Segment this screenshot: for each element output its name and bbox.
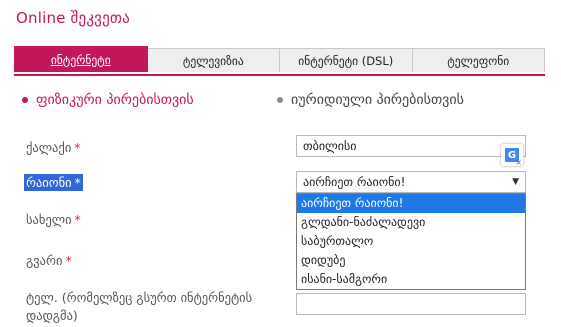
radio-legal-entities-label: იურიდიული პირებისთვის	[291, 92, 464, 108]
city-select-value: თბილისი	[303, 139, 357, 153]
radio-individuals-label: ფიზიკური პირებისთვის	[36, 92, 194, 108]
required-mark: *	[74, 140, 81, 155]
tab-internet-dsl[interactable]: ინტერნეტი (DSL)	[280, 48, 413, 72]
last-name-label: გვარი *	[26, 253, 72, 268]
chevron-down-icon: ▼	[512, 177, 519, 187]
city-select[interactable]: თბილისი	[296, 135, 526, 157]
district-option[interactable]: გლდანი-ნაძალადევი	[297, 213, 525, 232]
district-option[interactable]: დიდუბე	[297, 251, 525, 270]
radio-legal-entities[interactable]: იურიდიული პირებისთვის	[277, 92, 464, 108]
radio-dot-icon	[277, 97, 283, 103]
required-mark: *	[65, 253, 72, 268]
district-option[interactable]: აირჩიეთ რაიონი!	[297, 194, 525, 213]
radio-selected-dot-icon	[22, 97, 28, 103]
district-label: რაიონი *	[24, 174, 83, 191]
district-label-text: რაიონი	[26, 175, 72, 190]
first-name-label: სახელი *	[26, 212, 81, 227]
page-title: Online შეკვეთა	[16, 9, 130, 27]
district-select-value: აირჩიეთ რაიონი!	[303, 175, 406, 189]
tab-television[interactable]: ტელევიზია	[147, 48, 280, 72]
city-label: ქალაქი *	[26, 140, 81, 155]
customer-type-group: ფიზიკური პირებისთვის იურიდიული პირებისთვ…	[22, 92, 552, 114]
last-name-label-text: გვარი	[26, 253, 63, 268]
tab-telephone[interactable]: ტელეფონი	[412, 48, 545, 72]
tab-internet[interactable]: ინტერნეტი	[14, 46, 148, 72]
radio-individuals[interactable]: ფიზიკური პირებისთვის	[22, 92, 194, 108]
district-option[interactable]: საბურთალო	[297, 232, 525, 251]
phone-label: ტელ. (რომელზეც გსურთ ინტერნეტის დადგმა)	[26, 290, 253, 323]
phone-field[interactable]	[296, 293, 526, 315]
first-name-label-text: სახელი	[26, 212, 72, 227]
service-tabs: ინტერნეტი ტელევიზია ინტერნეტი (DSL) ტელე…	[14, 46, 545, 76]
district-dropdown: აირჩიეთ რაიონი! გლდანი-ნაძალადევი საბურთ…	[296, 193, 526, 290]
city-label-text: ქალაქი	[26, 140, 72, 155]
google-translate-icon[interactable]: G ×	[501, 144, 523, 167]
required-mark: *	[74, 175, 81, 190]
district-option[interactable]: ისანი-სამგორი	[297, 270, 525, 289]
translate-close-icon[interactable]: ×	[515, 158, 522, 167]
required-mark: *	[74, 212, 81, 227]
district-select[interactable]: აირჩიეთ რაიონი! ▼	[296, 171, 526, 193]
